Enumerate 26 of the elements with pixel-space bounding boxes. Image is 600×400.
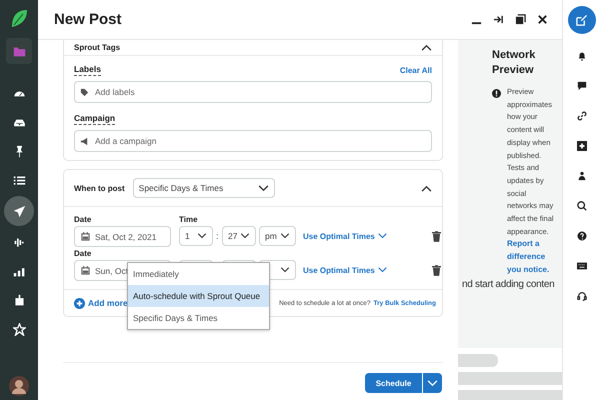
field-label: Date bbox=[74, 215, 92, 226]
labels-field[interactable]: Add labels bbox=[74, 81, 432, 103]
field-label: Campaign bbox=[74, 113, 116, 125]
minute-dropdown[interactable]: 27 bbox=[222, 226, 256, 246]
use-optimal-times-link[interactable]: Use Optimal Times bbox=[303, 232, 387, 240]
use-optimal-times-link[interactable]: Use Optimal Times bbox=[303, 266, 387, 274]
report-link[interactable]: Report a difference you notice. bbox=[507, 238, 557, 277]
field-label: When to post bbox=[74, 184, 125, 192]
background-text: nd start adding conten bbox=[461, 278, 556, 290]
when-to-post-dropdown[interactable]: Specific Days & Times bbox=[132, 178, 275, 198]
section-title: Sprout Tags bbox=[74, 43, 120, 52]
clear-all-link[interactable]: Clear All bbox=[400, 66, 432, 74]
field-label: Labels bbox=[74, 64, 101, 76]
add-more-link[interactable]: Add more bbox=[74, 298, 128, 308]
preview-title: Network Preview bbox=[491, 48, 536, 78]
field-label: Time bbox=[179, 215, 199, 226]
campaign-field[interactable]: Add a campaign bbox=[74, 130, 432, 152]
am-pm-dropdown[interactable]: pm bbox=[259, 226, 296, 246]
date-field[interactable]: Sat, Oct 2, 2021 bbox=[74, 226, 171, 247]
time-separator: : bbox=[216, 231, 219, 241]
menu-item[interactable]: Specific Days & Times bbox=[128, 307, 269, 329]
schedule-button[interactable]: Schedule bbox=[365, 373, 422, 393]
menu-item[interactable]: Auto-schedule with Sprout Queue bbox=[128, 285, 269, 307]
hour-dropdown[interactable]: 1 bbox=[179, 226, 213, 246]
window-title: New Post bbox=[54, 11, 123, 28]
field-label: Date bbox=[74, 249, 92, 260]
